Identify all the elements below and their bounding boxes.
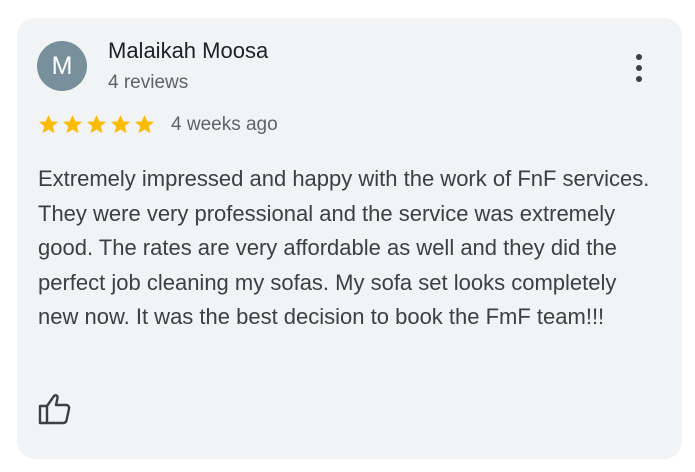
star-icon <box>135 115 154 134</box>
star-icon <box>111 115 130 134</box>
star-icon <box>87 115 106 134</box>
more-options-button[interactable] <box>627 48 651 88</box>
thumbs-up-icon <box>38 394 71 425</box>
star-icon <box>39 115 58 134</box>
review-time: 4 weeks ago <box>171 114 278 135</box>
avatar[interactable]: M <box>37 41 87 91</box>
author-name[interactable]: Malaikah Moosa <box>108 38 268 64</box>
review-card: M Malaikah Moosa 4 reviews 4 weeks ago E… <box>17 18 682 459</box>
star-icon <box>63 115 82 134</box>
more-vert-icon <box>636 54 642 60</box>
more-vert-icon-dot <box>636 76 642 82</box>
more-vert-icon-dot <box>636 65 642 71</box>
like-button[interactable] <box>37 392 73 426</box>
review-count: 4 reviews <box>108 72 189 93</box>
star-rating <box>37 113 156 136</box>
review-text: Extremely impressed and happy with the w… <box>38 166 650 329</box>
